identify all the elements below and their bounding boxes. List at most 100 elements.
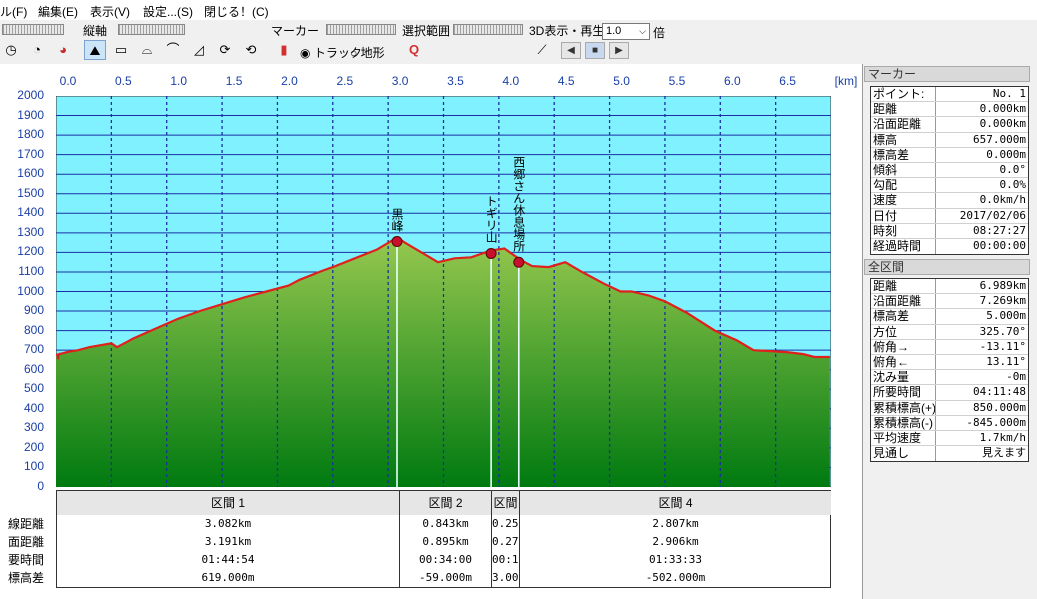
rotate-icon[interactable]: ⟳: [214, 40, 236, 60]
mountain-profile-icon[interactable]: ⛰: [84, 40, 106, 60]
menu-close[interactable]: 閉じる！(C): [204, 3, 269, 20]
x-tick-label: 4.5: [557, 74, 575, 88]
segment-cell: 2.906km: [652, 535, 699, 548]
x-tick-label: 5.5: [668, 74, 686, 88]
y-tick-label: 700: [23, 342, 44, 357]
y-tick-label: 1300: [17, 224, 44, 239]
y-tick-label: 2000: [17, 88, 44, 102]
marker-option-terrain[interactable]: ○ 地形: [350, 44, 385, 61]
flat-shape-icon[interactable]: ⌓: [136, 40, 158, 60]
info-row: 見通し 見えます: [871, 446, 1028, 462]
slope-icon[interactable]: ◿: [188, 40, 210, 60]
clock-icon[interactable]: ◷: [0, 40, 22, 60]
info-value: No. 1: [992, 87, 1026, 100]
info-value: 1.7km/h: [979, 430, 1026, 444]
info-value: 850.000m: [973, 400, 1026, 414]
segment-header-4[interactable]: 区間 4: [520, 491, 831, 515]
3d-view-icon[interactable]: ⟋: [531, 40, 553, 60]
info-row: 方位 325.70°: [871, 324, 1028, 340]
info-key: 経過時間: [871, 238, 936, 255]
y-tick-label: 1600: [17, 166, 44, 181]
segment-cell: 3.191km: [204, 535, 252, 548]
vertical-axis-label: 縦軸: [83, 24, 108, 38]
selection-range-icon[interactable]: Q: [403, 40, 425, 60]
info-key: 沿面距離: [871, 117, 936, 132]
speed-select[interactable]: 1.0 ⌵: [602, 23, 650, 40]
segment-cell: 2.807km: [652, 517, 699, 530]
segment-column-3: 0.256km 0.278km 00:19:2 3.000m: [492, 515, 520, 587]
info-row: 日付 2017/02/06: [871, 208, 1028, 224]
selection-slider[interactable]: [453, 24, 523, 35]
segment-cell: 3.000m: [492, 571, 519, 584]
segment-header-1[interactable]: 区間 1: [57, 491, 400, 515]
profile-plot[interactable]: [56, 96, 831, 487]
info-key: 見通し: [871, 446, 936, 462]
poi-marker[interactable]: [513, 256, 525, 268]
info-row: 速度 0.0km/h: [871, 193, 1028, 209]
ruler-icon[interactable]: ▭: [110, 40, 132, 60]
info-value: 0.0%: [999, 178, 1027, 192]
info-value: 6.989km: [979, 279, 1026, 292]
marker-slider[interactable]: [326, 24, 396, 35]
x-tick-label: 6.0: [723, 74, 741, 88]
info-row: 時刻 08:27:27: [871, 223, 1028, 239]
time-slider[interactable]: [2, 24, 64, 35]
menu-settings[interactable]: 設定...(S): [143, 3, 193, 20]
info-key: 方位: [871, 324, 936, 339]
info-key: 距離: [871, 279, 936, 294]
segment-cell: 0.278km: [492, 535, 519, 548]
info-row: 俯角→ -13.11°: [871, 339, 1028, 355]
marker-info-table: ポイント: No. 1 距離 0.000km 沿面距離 0.000km 標高 657.000m…: [870, 86, 1029, 256]
y-tick-label: 600: [23, 361, 44, 376]
info-value: 657.000m: [973, 132, 1026, 146]
info-row: 累積標高(-) -845.000m: [871, 415, 1028, 431]
y-tick-label: 0: [37, 479, 44, 493]
info-value: 325.70°: [979, 324, 1026, 338]
poi-marker[interactable]: [485, 247, 497, 259]
info-row: 標高 657.000m: [871, 132, 1028, 148]
info-key: 速度: [871, 193, 936, 208]
stop-button[interactable]: ■: [585, 42, 605, 59]
marker-panel-title: マーカー: [864, 66, 1030, 82]
segment-header-2[interactable]: 区間 2: [400, 491, 492, 515]
x-tick-label: 3.0: [391, 74, 409, 88]
poi-label: 西郷さん休息場所: [511, 156, 526, 253]
play-back-button[interactable]: ◀: [561, 42, 581, 59]
x-tick-label: 5.0: [613, 74, 630, 88]
info-key: 所要時間: [871, 385, 936, 400]
y-tick-label: 1700: [17, 146, 44, 161]
clock-123-icon[interactable]: ◔: [26, 40, 48, 60]
chevron-down-icon: ⌵: [639, 26, 646, 36]
info-value: 7.269km: [979, 294, 1026, 308]
x-tick-label: 2.0: [281, 74, 298, 88]
info-row: 沿面距離 7.269km: [871, 294, 1028, 310]
info-value: 13.11°: [986, 354, 1026, 368]
menu-bar: ル(F) 編集(E) 表示(V) 設定...(S) 閉じる！(C): [0, 0, 1037, 20]
vertical-axis-slider[interactable]: [118, 24, 185, 35]
info-key: 平均速度: [871, 430, 936, 446]
x-tick-label: 0.0: [59, 74, 77, 88]
info-value: 08:27:27: [973, 223, 1026, 237]
pie-clock-icon[interactable]: ◕: [52, 40, 74, 60]
segment-header-3[interactable]: 区間 3: [492, 491, 520, 515]
info-value: -13.11°: [979, 339, 1026, 353]
menu-edit[interactable]: 編集(E): [38, 3, 78, 20]
info-row: 所要時間 04:11:48: [871, 385, 1028, 401]
segment-column-1: 3.082km 3.191km 01:44:54 619.000m: [57, 515, 400, 587]
total-info-table: 距離 6.989km 沿面距離 7.269km 標高差 5.000m 方位 325.70° 俯角…: [870, 278, 1029, 463]
info-value: 0.0°: [999, 162, 1027, 176]
play-forward-button[interactable]: ▶: [609, 42, 629, 59]
info-key: 標高: [871, 132, 936, 147]
info-value: -845.000m: [966, 415, 1026, 429]
y-tick-label: 200: [23, 439, 44, 454]
thermometer-icon[interactable]: ▮: [273, 40, 295, 60]
menu-view[interactable]: 表示(V): [90, 3, 130, 20]
info-row: 平均速度 1.7km/h: [871, 430, 1028, 447]
segment-cell: 619.000m: [201, 571, 255, 584]
rotate-alt-icon[interactable]: ⟲: [240, 40, 262, 60]
poi-marker[interactable]: [391, 236, 403, 248]
poi-label: トギリ山: [484, 195, 499, 244]
flatten-icon[interactable]: ⌒: [162, 40, 184, 60]
menu-file[interactable]: ル(F): [0, 3, 27, 20]
info-value: 0.000m: [986, 147, 1026, 161]
